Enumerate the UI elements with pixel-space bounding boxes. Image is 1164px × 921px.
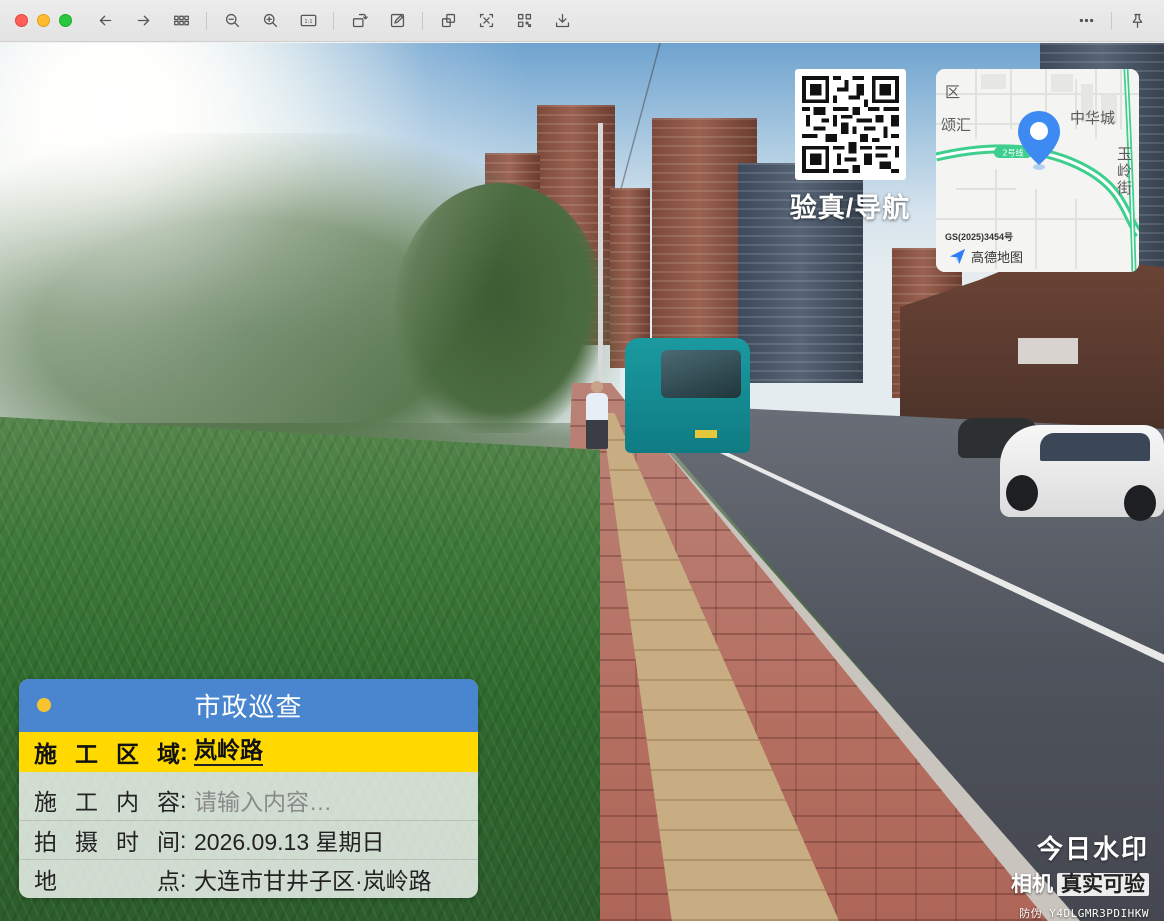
- watermark-tagline-b: 真实可验: [1057, 873, 1149, 896]
- info-row-key: 拍摄时间: [34, 829, 180, 855]
- info-row-content[interactable]: 施工内容: 请输入内容…: [19, 780, 478, 820]
- qr-code-icon: [517, 13, 531, 28]
- status-dot-icon: [37, 698, 51, 712]
- inspection-info-card: 市政巡查 施工区域: 岚岭路 施工内容: 请输入内容… 拍摄时间: 2026.0…: [19, 679, 478, 898]
- svg-text:1:1: 1:1: [304, 19, 312, 25]
- info-row-location[interactable]: 地点: 大连市甘井子区·岚岭路: [19, 859, 478, 898]
- actual-size-icon: 1:1: [300, 14, 316, 27]
- location-map[interactable]: 2号线 区 颂汇 中华城 玉 岭 街 GS(2025)3454号 高德地图: [936, 69, 1139, 272]
- watermark-tagline: 相机 真实可验: [1011, 868, 1149, 898]
- info-row-key: 地点: [34, 868, 180, 894]
- map-label: 颂汇: [941, 117, 972, 134]
- arrow-left-icon: [99, 15, 111, 26]
- actual-size-button[interactable]: 1:1: [293, 6, 323, 36]
- zoom-out-icon: [225, 13, 239, 28]
- qr-code-icon: [802, 76, 899, 173]
- back-button[interactable]: [90, 6, 120, 36]
- bus: [625, 338, 750, 453]
- toolbar-divider: [1111, 11, 1112, 30]
- window-controls: [15, 14, 72, 27]
- window-toolbar: 1:1: [0, 0, 1164, 42]
- map-approval-number: GS(2025)3454号: [945, 232, 1014, 242]
- info-row-value: 2026.09.13 星期日: [194, 829, 385, 855]
- pedestrian: [586, 381, 608, 449]
- info-row-key: 施工区域: [34, 741, 180, 767]
- grid-icon: [173, 15, 189, 26]
- map-label: 街: [1117, 180, 1133, 197]
- map-brand-label: 高德地图: [971, 250, 1024, 265]
- arrow-right-icon: [137, 15, 149, 26]
- info-row-value: 岚岭路: [194, 738, 263, 766]
- zoom-out-button[interactable]: [217, 6, 247, 36]
- zoom-in-icon: [263, 13, 277, 28]
- anti-counterfeit-code: 防伪 Y4DLGMR3PDIHKW: [1019, 907, 1149, 920]
- forward-button[interactable]: [128, 6, 158, 36]
- card-header: 市政巡查: [19, 679, 478, 732]
- rotate-icon: [352, 13, 368, 28]
- card-title: 市政巡查: [194, 692, 303, 722]
- markup-button[interactable]: [382, 6, 412, 36]
- pushpin-icon: [1132, 13, 1142, 28]
- crop-button[interactable]: [471, 6, 501, 36]
- pencil-square-icon: [390, 13, 404, 28]
- adjust-button[interactable]: [433, 6, 463, 36]
- colon: :: [180, 786, 187, 813]
- utility-pole: [598, 123, 603, 423]
- white-car: [1000, 425, 1164, 517]
- toolbar-divider: [422, 11, 423, 30]
- info-row-key: 施工内容: [34, 789, 180, 815]
- zoom-in-button[interactable]: [255, 6, 285, 36]
- thumbnails-button[interactable]: [166, 6, 196, 36]
- location-pin-icon: [1018, 111, 1060, 170]
- close-window-button[interactable]: [15, 14, 28, 27]
- sun-glare: [0, 43, 560, 423]
- toolbar-divider: [206, 11, 207, 30]
- map-label: 中华城: [1070, 110, 1116, 127]
- minimize-window-button[interactable]: [37, 14, 50, 27]
- ellipsis-icon: [1079, 18, 1093, 23]
- download-tray-icon: [555, 13, 569, 28]
- qr-scan-button[interactable]: [509, 6, 539, 36]
- zoom-window-button[interactable]: [59, 14, 72, 27]
- info-row-time[interactable]: 拍摄时间: 2026.09.13 星期日: [19, 820, 478, 860]
- colon: :: [180, 826, 187, 853]
- map-brand: 高德地图: [948, 247, 1023, 266]
- info-row-area[interactable]: 施工区域: 岚岭路: [19, 732, 478, 772]
- amap-logo-icon: [949, 248, 966, 265]
- map-label: 区: [945, 84, 961, 101]
- watermark-tagline-a: 相机: [1011, 873, 1053, 896]
- overlap-squares-icon: [441, 13, 455, 28]
- more-button[interactable]: [1071, 6, 1101, 36]
- toolbar-divider: [333, 11, 334, 30]
- qr-label: 验真/导航: [789, 193, 911, 223]
- colon: :: [180, 865, 187, 892]
- crop-icon: [479, 13, 493, 28]
- rotate-button[interactable]: [344, 6, 374, 36]
- info-row-value: 请输入内容…: [194, 789, 332, 815]
- export-button[interactable]: [547, 6, 577, 36]
- info-row-value: 大连市甘井子区·岚岭路: [194, 868, 432, 894]
- verification-qr-code[interactable]: [795, 69, 906, 180]
- shop-sign: [1018, 338, 1078, 364]
- watermark-brand: 今日水印 相机 真实可验 防伪 Y4DLGMR3PDIHKW: [1011, 829, 1149, 921]
- watermark-app-name: 今日水印: [1036, 834, 1149, 864]
- pin-button[interactable]: [1122, 6, 1152, 36]
- colon: :: [180, 738, 188, 765]
